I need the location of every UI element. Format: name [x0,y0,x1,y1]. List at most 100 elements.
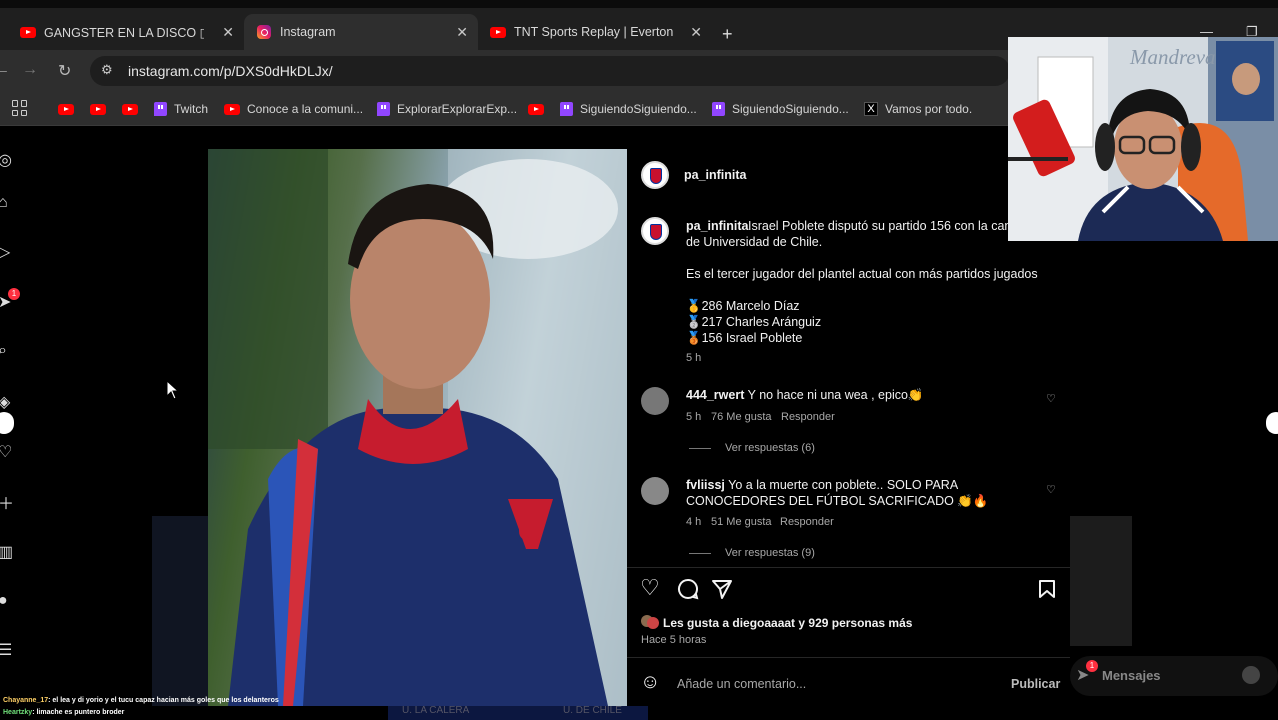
view-replies-button[interactable]: Ver respuestas (9) [725,547,815,559]
like-comment-icon[interactable]: ♡ [1046,483,1056,496]
avatar[interactable] [641,217,669,245]
instagram-icon [256,24,272,40]
reply-button[interactable]: Responder [780,516,834,528]
comment-text: CONOCEDORES DEL FÚTBOL SACRIFICADO 👏🔥 [686,494,989,508]
bookmark-item[interactable] [90,100,113,118]
tab-youtube-gangster[interactable]: GANGSTER EN LA DISCO ▯ - Pé ✕ [8,14,244,50]
comment: 444_rwert Y no hace ni una wea , epico👏 [686,388,924,403]
youtube-icon [490,24,506,40]
back-icon[interactable]: ← [0,61,10,79]
youtube-icon [224,103,240,115]
divider [689,448,711,449]
post-panel: pa_infinita pa_infinita Israel Poblete d… [627,149,1070,706]
url-field[interactable]: ⚙ instagram.com/p/DXS0dHkDLJx/ [90,56,1010,86]
bookmark-siguiendo-1[interactable]: SiguiendoSiguiendo... [560,100,697,118]
reload-icon[interactable]: ↻ [58,61,71,81]
share-icon[interactable] [711,578,733,600]
chat-username: Chayanne_17 [3,697,49,704]
bookmark-label: Conoce a la comuni... [247,102,364,116]
search-icon[interactable]: ⌕ [0,342,16,360]
post-image[interactable]: U [208,149,627,706]
bookmark-item[interactable] [122,100,145,118]
chat-text: : el lea y di yorio y el tucu capaz haci… [48,697,279,704]
close-tab-icon[interactable]: ✕ [222,24,234,41]
mouse-cursor-icon [166,380,180,400]
player-photo: U [208,149,627,706]
close-tab-icon[interactable]: ✕ [456,24,468,41]
bookmark-twitch[interactable]: Twitch [154,100,208,118]
messages-badge: 1 [1086,660,1098,672]
caption-text: de Universidad de Chile. [686,235,823,249]
window-top-edge [0,0,1278,8]
caption-time: 5 h [686,352,702,364]
bookmark-siguiendo-2[interactable]: SiguiendoSiguiendo... [712,100,849,118]
tab-youtube-tnt[interactable]: TNT Sports Replay | Everton 0 - ✕ [478,14,712,50]
comment-input[interactable]: Añade un comentario... [677,677,806,691]
comment-username[interactable]: fvliissj [686,478,725,492]
emoji-icon[interactable]: ☺ [640,671,660,694]
youtube-icon [58,103,74,115]
caption-username[interactable]: pa_infinita [686,219,749,233]
twitch-icon [560,102,573,116]
stats-icon[interactable]: ▥ [0,542,16,561]
chat-text: : limache es puntero broder [32,709,125,716]
comment-username[interactable]: 444_rwert [686,388,744,402]
profile-icon[interactable]: ● [0,592,16,610]
next-post-button[interactable] [1266,412,1278,434]
menu-icon[interactable]: ☰ [0,640,16,659]
apps-grid-icon[interactable] [12,100,28,116]
streamer-webcam: Mandreva [1008,37,1278,241]
instagram-logo-icon[interactable]: ◎ [0,150,16,169]
publish-button[interactable]: Publicar [1011,677,1060,691]
avatar[interactable] [641,161,669,189]
scoreboard-home: U. LA CALERA [402,705,470,716]
comment-text: Yo a la muerte con poblete.. SOLO PARA [728,478,959,492]
comment-likes[interactable]: 51 Me gusta [711,516,772,528]
comment-time: 5 h [686,411,702,423]
twitch-icon [377,102,390,116]
bookmark-conoce[interactable]: Conoce a la comuni... [224,100,363,118]
tab-title: GANGSTER EN LA DISCO ▯ - Pé [44,25,204,40]
twitch-icon [712,102,725,116]
reply-button[interactable]: Responder [781,411,835,423]
comment-icon[interactable] [677,578,699,600]
like-comment-icon[interactable]: ♡ [1046,392,1056,405]
avatar[interactable] [641,477,669,505]
comment-likes[interactable]: 76 Me gusta [711,411,772,423]
site-settings-icon[interactable]: ⚙ [101,62,113,78]
reels-icon[interactable]: ▷ [0,242,16,261]
tab-instagram[interactable]: Instagram ✕ [244,14,478,50]
bookmark-item[interactable] [58,100,81,118]
bookmark-explorar[interactable]: ExplorarExplorarExp... [377,100,517,118]
avatar[interactable] [641,387,669,415]
explore-icon[interactable]: ◈ [0,392,16,411]
notification-badge: 1 [8,288,20,300]
bookmark-x[interactable]: X Vamos por todo. [864,100,972,118]
like-icon[interactable]: ♡ [640,575,660,601]
forward-icon[interactable]: → [22,61,38,79]
divider [689,553,711,554]
messages-button[interactable]: ➤ 1 Mensajes [1070,656,1278,696]
post-time: Hace 5 horas [641,634,707,646]
messages-label: Mensajes [1102,668,1161,683]
post-username[interactable]: pa_infinita [684,168,747,182]
bookmark-item[interactable] [528,100,551,118]
twitch-icon [154,102,167,116]
view-replies-button[interactable]: Ver respuestas (6) [725,442,815,454]
likes-text[interactable]: Les gusta a diegoaaaat y 929 personas má… [663,616,912,630]
bookmark-label: SiguiendoSiguiendo... [580,102,697,116]
tab-title: Instagram [280,25,336,39]
create-icon[interactable]: ＋ [0,490,16,513]
background-video-thumb [1070,516,1132,646]
home-icon[interactable]: ⌂ [0,194,16,212]
bookmark-label: SiguiendoSiguiendo... [732,102,849,116]
save-icon[interactable] [1038,579,1056,599]
close-tab-icon[interactable]: ✕ [690,24,702,41]
comment: fvliissj Yo a la muerte con poblete.. SO… [686,478,958,492]
youtube-icon [90,103,106,115]
divider [627,567,1070,568]
divider [627,657,1070,658]
comment-time: 4 h [686,516,702,528]
heart-icon[interactable]: ♡ [0,442,16,461]
new-tab-icon[interactable]: + [722,24,733,45]
